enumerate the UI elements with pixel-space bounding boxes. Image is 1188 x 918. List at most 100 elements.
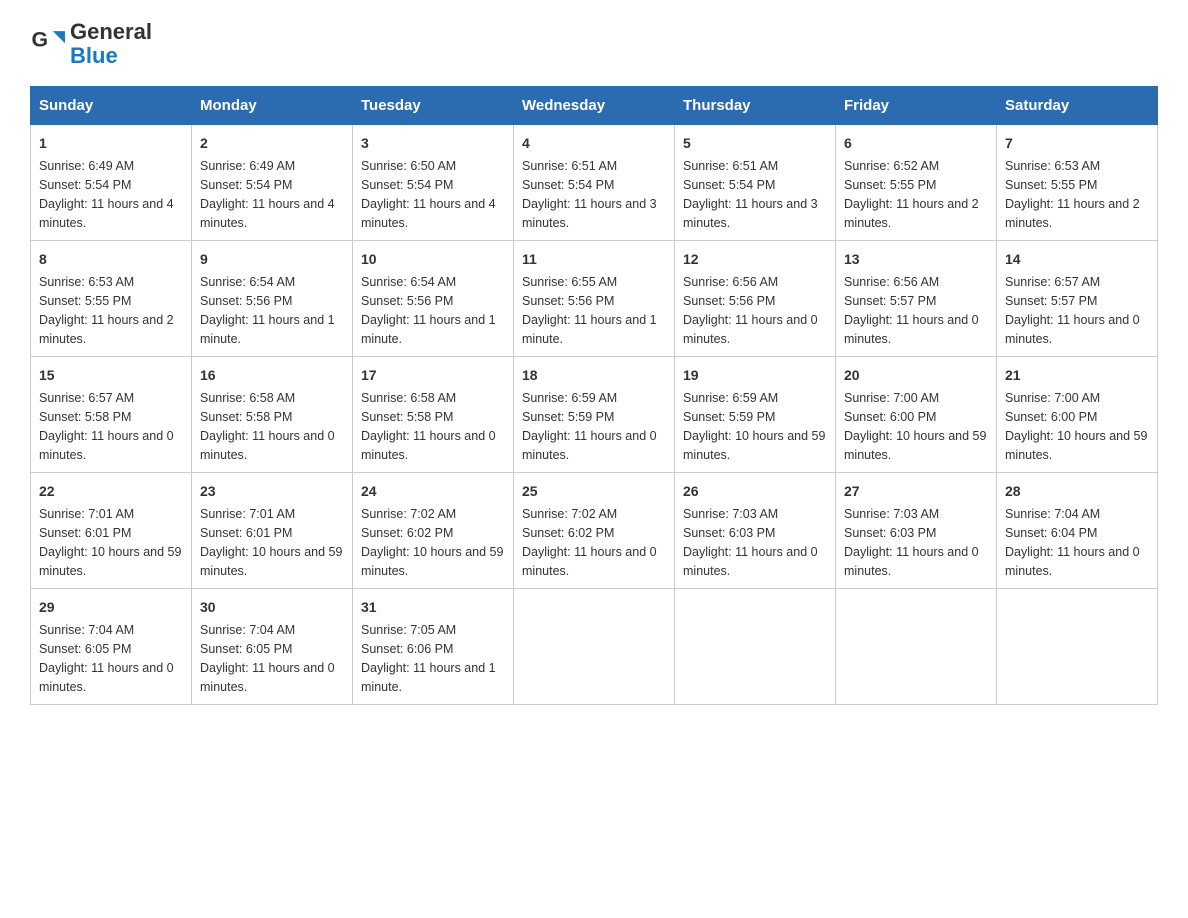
day-number: 25 — [522, 481, 666, 502]
daylight-text: Daylight: 11 hours and 0 minutes. — [200, 661, 335, 694]
sunset-text: Sunset: 6:06 PM — [361, 642, 453, 656]
table-row: 10Sunrise: 6:54 AMSunset: 5:56 PMDayligh… — [353, 241, 514, 357]
sunrise-text: Sunrise: 6:51 AM — [683, 159, 778, 173]
table-row: 9 Sunrise: 6:54 AM Sunset: 5:56 PM Daylight… — [192, 241, 353, 357]
calendar-table: Sunday Monday Tuesday Wednesday Thursday… — [30, 86, 1158, 705]
day-number: 1 — [39, 133, 183, 154]
table-row: 28Sunrise: 7:04 AMSunset: 6:04 PMDayligh… — [997, 473, 1158, 589]
table-row: 15Sunrise: 6:57 AMSunset: 5:58 PMDayligh… — [31, 357, 192, 473]
day-number: 29 — [39, 597, 183, 618]
table-row: 2Sunrise: 6:49 AMSunset: 5:54 PMDaylight… — [192, 125, 353, 241]
daylight-text: Daylight: 11 hours and 0 minutes. — [39, 429, 174, 462]
sunrise-text: Sunrise: 7:00 AM — [844, 391, 939, 405]
table-row: 17Sunrise: 6:58 AMSunset: 5:58 PMDayligh… — [353, 357, 514, 473]
daylight-text: Daylight: 11 hours and 3 minutes. — [522, 197, 657, 230]
sunrise-text: Sunrise: 7:01 AM — [200, 507, 295, 521]
daylight-text: Daylight: 10 hours and 59 minutes. — [39, 545, 181, 578]
logo-icon: G — [30, 25, 68, 63]
sunrise-text: Sunrise: 6:53 AM — [1005, 159, 1100, 173]
logo-line2: Blue — [70, 43, 118, 68]
table-row: 29Sunrise: 7:04 AMSunset: 6:05 PMDayligh… — [31, 589, 192, 705]
sunset-text: Sunset: 5:54 PM — [361, 178, 453, 192]
daylight-text: Daylight: 11 hours and 0 minutes. — [844, 545, 979, 578]
daylight-text: Daylight: 11 hours and 0 minutes. — [1005, 313, 1140, 346]
sunset-text: Sunset: 5:55 PM — [39, 294, 131, 308]
sunset-text: Sunset: 5:58 PM — [361, 410, 453, 424]
daylight-text: Daylight: 11 hours and 0 minutes. — [1005, 545, 1140, 578]
sunrise-text: Sunrise: 6:49 AM — [200, 159, 295, 173]
table-row: 7Sunrise: 6:53 AMSunset: 5:55 PMDaylight… — [997, 125, 1158, 241]
col-wednesday: Wednesday — [514, 87, 675, 125]
daylight-text: Daylight: 11 hours and 0 minutes. — [200, 429, 335, 462]
day-number: 2 — [200, 133, 344, 154]
sunset-text: Sunset: 5:57 PM — [844, 294, 936, 308]
daylight-text: Daylight: 11 hours and 4 minutes. — [200, 197, 335, 230]
sunset-text: Sunset: 6:03 PM — [844, 526, 936, 540]
sunrise-text: Sunrise: 7:04 AM — [39, 623, 134, 637]
sunset-text: Sunset: 6:00 PM — [844, 410, 936, 424]
svg-text:G: G — [32, 27, 49, 51]
sunset-text: Sunset: 5:54 PM — [683, 178, 775, 192]
table-row: 13Sunrise: 6:56 AMSunset: 5:57 PMDayligh… — [836, 241, 997, 357]
daylight-text: Daylight: 11 hours and 1 minute. — [522, 313, 657, 346]
sunrise-text: Sunrise: 7:04 AM — [200, 623, 295, 637]
col-saturday: Saturday — [997, 87, 1158, 125]
logo-line1: General — [70, 19, 152, 44]
table-row: 19Sunrise: 6:59 AMSunset: 5:59 PMDayligh… — [675, 357, 836, 473]
col-thursday: Thursday — [675, 87, 836, 125]
sunrise-text: Sunrise: 7:02 AM — [361, 507, 456, 521]
sunrise-text: Sunrise: 6:53 AM — [39, 275, 134, 289]
sunset-text: Sunset: 5:56 PM — [200, 294, 292, 308]
day-number: 15 — [39, 365, 183, 386]
daylight-text: Daylight: 11 hours and 4 minutes. — [361, 197, 496, 230]
calendar-week-row: 22Sunrise: 7:01 AMSunset: 6:01 PMDayligh… — [31, 473, 1158, 589]
daylight-text: Daylight: 11 hours and 0 minutes. — [39, 661, 174, 694]
day-number: 7 — [1005, 133, 1149, 154]
col-sunday: Sunday — [31, 87, 192, 125]
calendar-week-row: 1 Sunrise: 6:49 AM Sunset: 5:54 PM Daylight… — [31, 125, 1158, 241]
table-row: 3Sunrise: 6:50 AMSunset: 5:54 PMDaylight… — [353, 125, 514, 241]
sunrise-text: Sunrise: 6:59 AM — [522, 391, 617, 405]
sunset-text: Sunset: 5:56 PM — [683, 294, 775, 308]
day-number: 21 — [1005, 365, 1149, 386]
col-monday: Monday — [192, 87, 353, 125]
table-row: 30 Sunrise: 7:04 AM Sunset: 6:05 PM Dayligh… — [192, 589, 353, 705]
table-row — [675, 589, 836, 705]
sunrise-text: Sunrise: 6:58 AM — [200, 391, 295, 405]
sunrise-text: Sunrise: 6:54 AM — [200, 275, 295, 289]
daylight-text: Daylight: 11 hours and 0 minutes. — [522, 429, 657, 462]
day-number: 13 — [844, 249, 988, 270]
day-number: 24 — [361, 481, 505, 502]
day-number: 3 — [361, 133, 505, 154]
daylight-text: Daylight: 11 hours and 1 minute. — [200, 313, 335, 346]
table-row: 4Sunrise: 6:51 AMSunset: 5:54 PMDaylight… — [514, 125, 675, 241]
sunset-text: Sunset: 6:01 PM — [39, 526, 131, 540]
sunset-text: Sunset: 6:02 PM — [522, 526, 614, 540]
daylight-text: Daylight: 11 hours and 1 minute. — [361, 313, 496, 346]
sunrise-text: Sunrise: 6:55 AM — [522, 275, 617, 289]
sunrise-text: Sunrise: 6:52 AM — [844, 159, 939, 173]
sunset-text: Sunset: 5:58 PM — [200, 410, 292, 424]
sunset-text: Sunset: 5:55 PM — [844, 178, 936, 192]
daylight-text: Daylight: 10 hours and 59 minutes. — [361, 545, 503, 578]
day-number: 6 — [844, 133, 988, 154]
sunset-text: Sunset: 5:59 PM — [522, 410, 614, 424]
page-header: G General Blue — [30, 20, 1158, 68]
sunrise-text: Sunrise: 6:58 AM — [361, 391, 456, 405]
sunset-text: Sunset: 6:05 PM — [200, 642, 292, 656]
table-row: 20Sunrise: 7:00 AMSunset: 6:00 PMDayligh… — [836, 357, 997, 473]
daylight-text: Daylight: 11 hours and 0 minutes. — [522, 545, 657, 578]
day-number: 30 — [200, 597, 344, 618]
sunrise-text: Sunrise: 6:59 AM — [683, 391, 778, 405]
day-number: 9 — [200, 249, 344, 270]
day-number: 14 — [1005, 249, 1149, 270]
table-row: 22Sunrise: 7:01 AMSunset: 6:01 PMDayligh… — [31, 473, 192, 589]
col-tuesday: Tuesday — [353, 87, 514, 125]
calendar-week-row: 8Sunrise: 6:53 AMSunset: 5:55 PMDaylight… — [31, 241, 1158, 357]
table-row: 12Sunrise: 6:56 AMSunset: 5:56 PMDayligh… — [675, 241, 836, 357]
sunset-text: Sunset: 5:55 PM — [1005, 178, 1097, 192]
sunrise-text: Sunrise: 6:57 AM — [1005, 275, 1100, 289]
daylight-text: Daylight: 10 hours and 59 minutes. — [1005, 429, 1147, 462]
calendar-week-row: 15Sunrise: 6:57 AMSunset: 5:58 PMDayligh… — [31, 357, 1158, 473]
daylight-text: Daylight: 11 hours and 3 minutes. — [683, 197, 818, 230]
